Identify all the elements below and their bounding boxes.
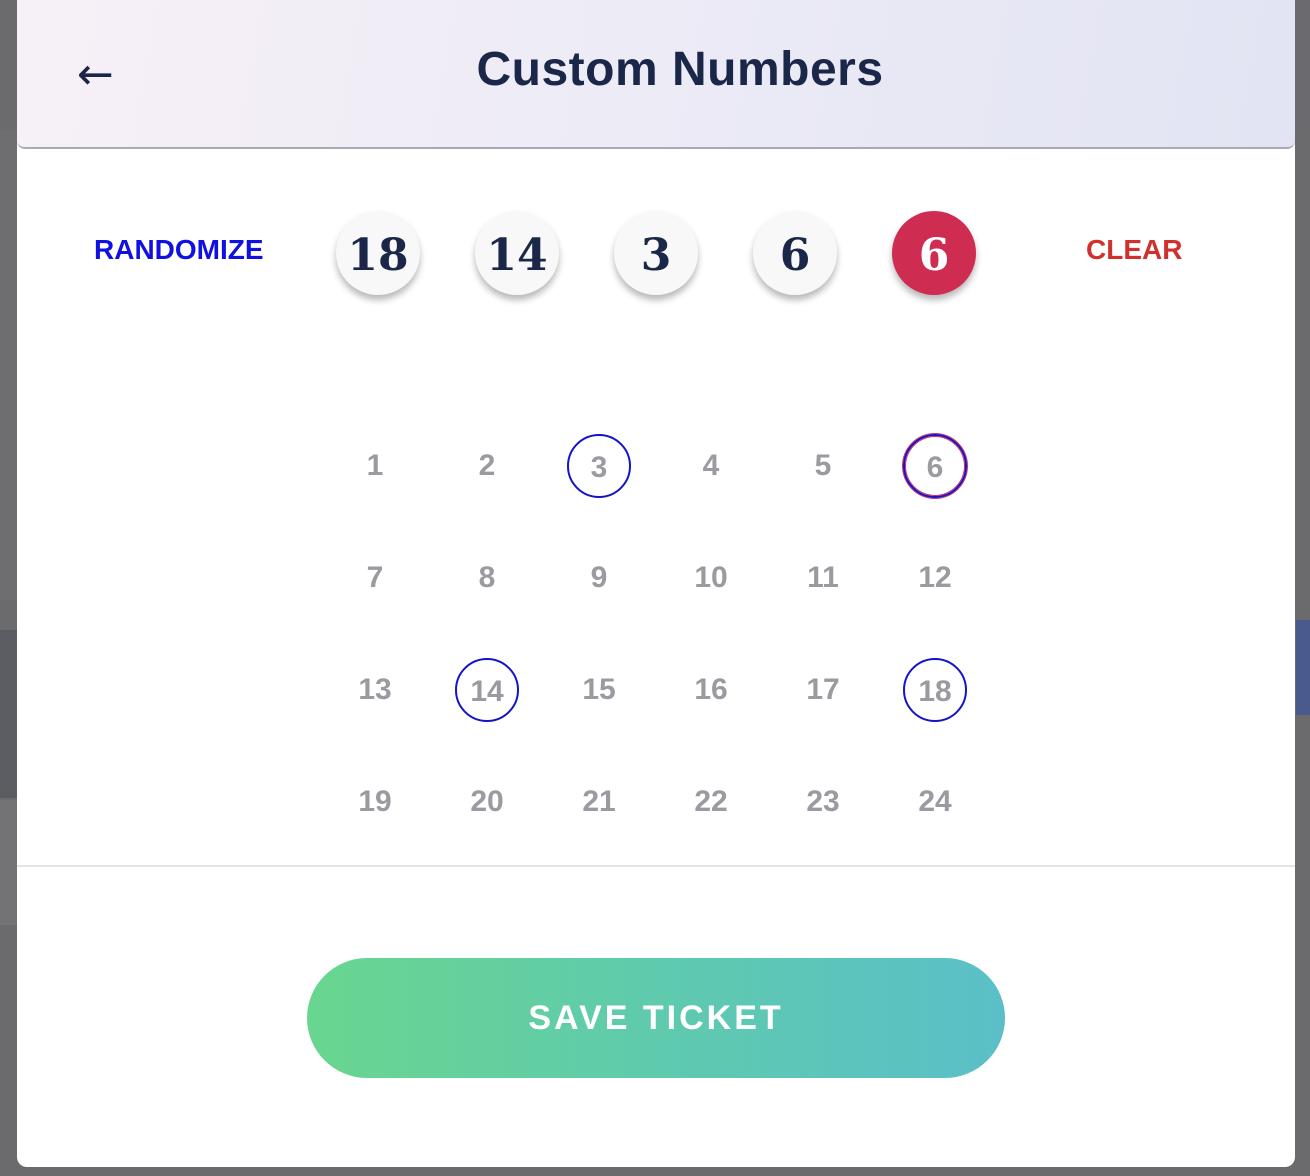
number-cell[interactable]: 6 [879, 410, 991, 522]
number-label: 14 [455, 658, 519, 722]
number-label: 19 [358, 785, 392, 818]
number-label: 22 [694, 785, 728, 818]
number-label: 10 [694, 561, 728, 594]
number-cell[interactable]: 7 [319, 522, 431, 634]
number-label: 1 [366, 449, 384, 482]
number-label: 9 [590, 561, 608, 594]
number-cell[interactable]: 14 [431, 634, 543, 746]
number-label: 15 [582, 673, 616, 706]
number-label: 4 [702, 449, 720, 482]
number-cell[interactable]: 10 [655, 522, 767, 634]
number-label: 7 [366, 561, 384, 594]
number-cell[interactable]: 4 [655, 410, 767, 522]
number-cell[interactable]: 18 [879, 634, 991, 746]
clear-button[interactable]: CLEAR [1086, 234, 1182, 266]
number-cell[interactable]: 19 [319, 746, 431, 858]
page-title: Custom Numbers [476, 43, 884, 96]
number-grid: 1 2 3 4 5 6 7 8 9 10 11 12 13 14 15 16 17 18 19 20 21 22 23 24 [319, 410, 991, 858]
number-cell[interactable]: 20 [431, 746, 543, 858]
number-label: 16 [694, 673, 728, 706]
bonus-ball[interactable]: 6 [892, 211, 976, 295]
modal-header: ← Custom Numbers [17, 0, 1295, 149]
number-cell[interactable]: 24 [879, 746, 991, 858]
selected-ball[interactable]: 6 [753, 211, 837, 295]
number-label: 8 [478, 561, 496, 594]
number-cell[interactable]: 2 [431, 410, 543, 522]
backdrop-panel [0, 800, 18, 925]
number-cell[interactable]: 22 [655, 746, 767, 858]
number-cell[interactable]: 3 [543, 410, 655, 522]
number-label: 21 [582, 785, 616, 818]
number-label: 12 [918, 561, 952, 594]
number-label: 5 [814, 449, 832, 482]
number-label: 13 [358, 673, 392, 706]
number-cell[interactable]: 13 [319, 634, 431, 746]
backdrop-panel [0, 130, 18, 600]
number-label: 20 [470, 785, 504, 818]
number-cell[interactable]: 9 [543, 522, 655, 634]
number-cell[interactable]: 12 [879, 522, 991, 634]
selected-ball[interactable]: 3 [614, 211, 698, 295]
backdrop-panel [0, 630, 18, 798]
number-cell[interactable]: 21 [543, 746, 655, 858]
number-cell[interactable]: 16 [655, 634, 767, 746]
number-cell[interactable]: 15 [543, 634, 655, 746]
number-label: 2 [478, 449, 496, 482]
selected-ball[interactable]: 18 [336, 211, 420, 295]
number-cell[interactable]: 17 [767, 634, 879, 746]
number-label: 3 [567, 434, 631, 498]
number-label: 11 [807, 561, 839, 594]
number-label: 24 [918, 785, 952, 818]
number-cell[interactable]: 11 [767, 522, 879, 634]
number-cell[interactable]: 5 [767, 410, 879, 522]
divider [17, 865, 1295, 867]
custom-numbers-modal: ← Custom Numbers RANDOMIZE 18 14 3 6 6 C… [17, 0, 1295, 1167]
number-cell[interactable]: 1 [319, 410, 431, 522]
number-label: 6 [903, 434, 967, 498]
backdrop-panel [1296, 620, 1310, 715]
number-cell[interactable]: 23 [767, 746, 879, 858]
number-cell[interactable]: 8 [431, 522, 543, 634]
selected-ball[interactable]: 14 [475, 211, 559, 295]
number-label: 23 [806, 785, 840, 818]
save-ticket-button[interactable]: SAVE TICKET [307, 958, 1005, 1078]
number-label: 18 [903, 658, 967, 722]
randomize-button[interactable]: RANDOMIZE [94, 234, 264, 266]
number-label: 17 [806, 673, 840, 706]
